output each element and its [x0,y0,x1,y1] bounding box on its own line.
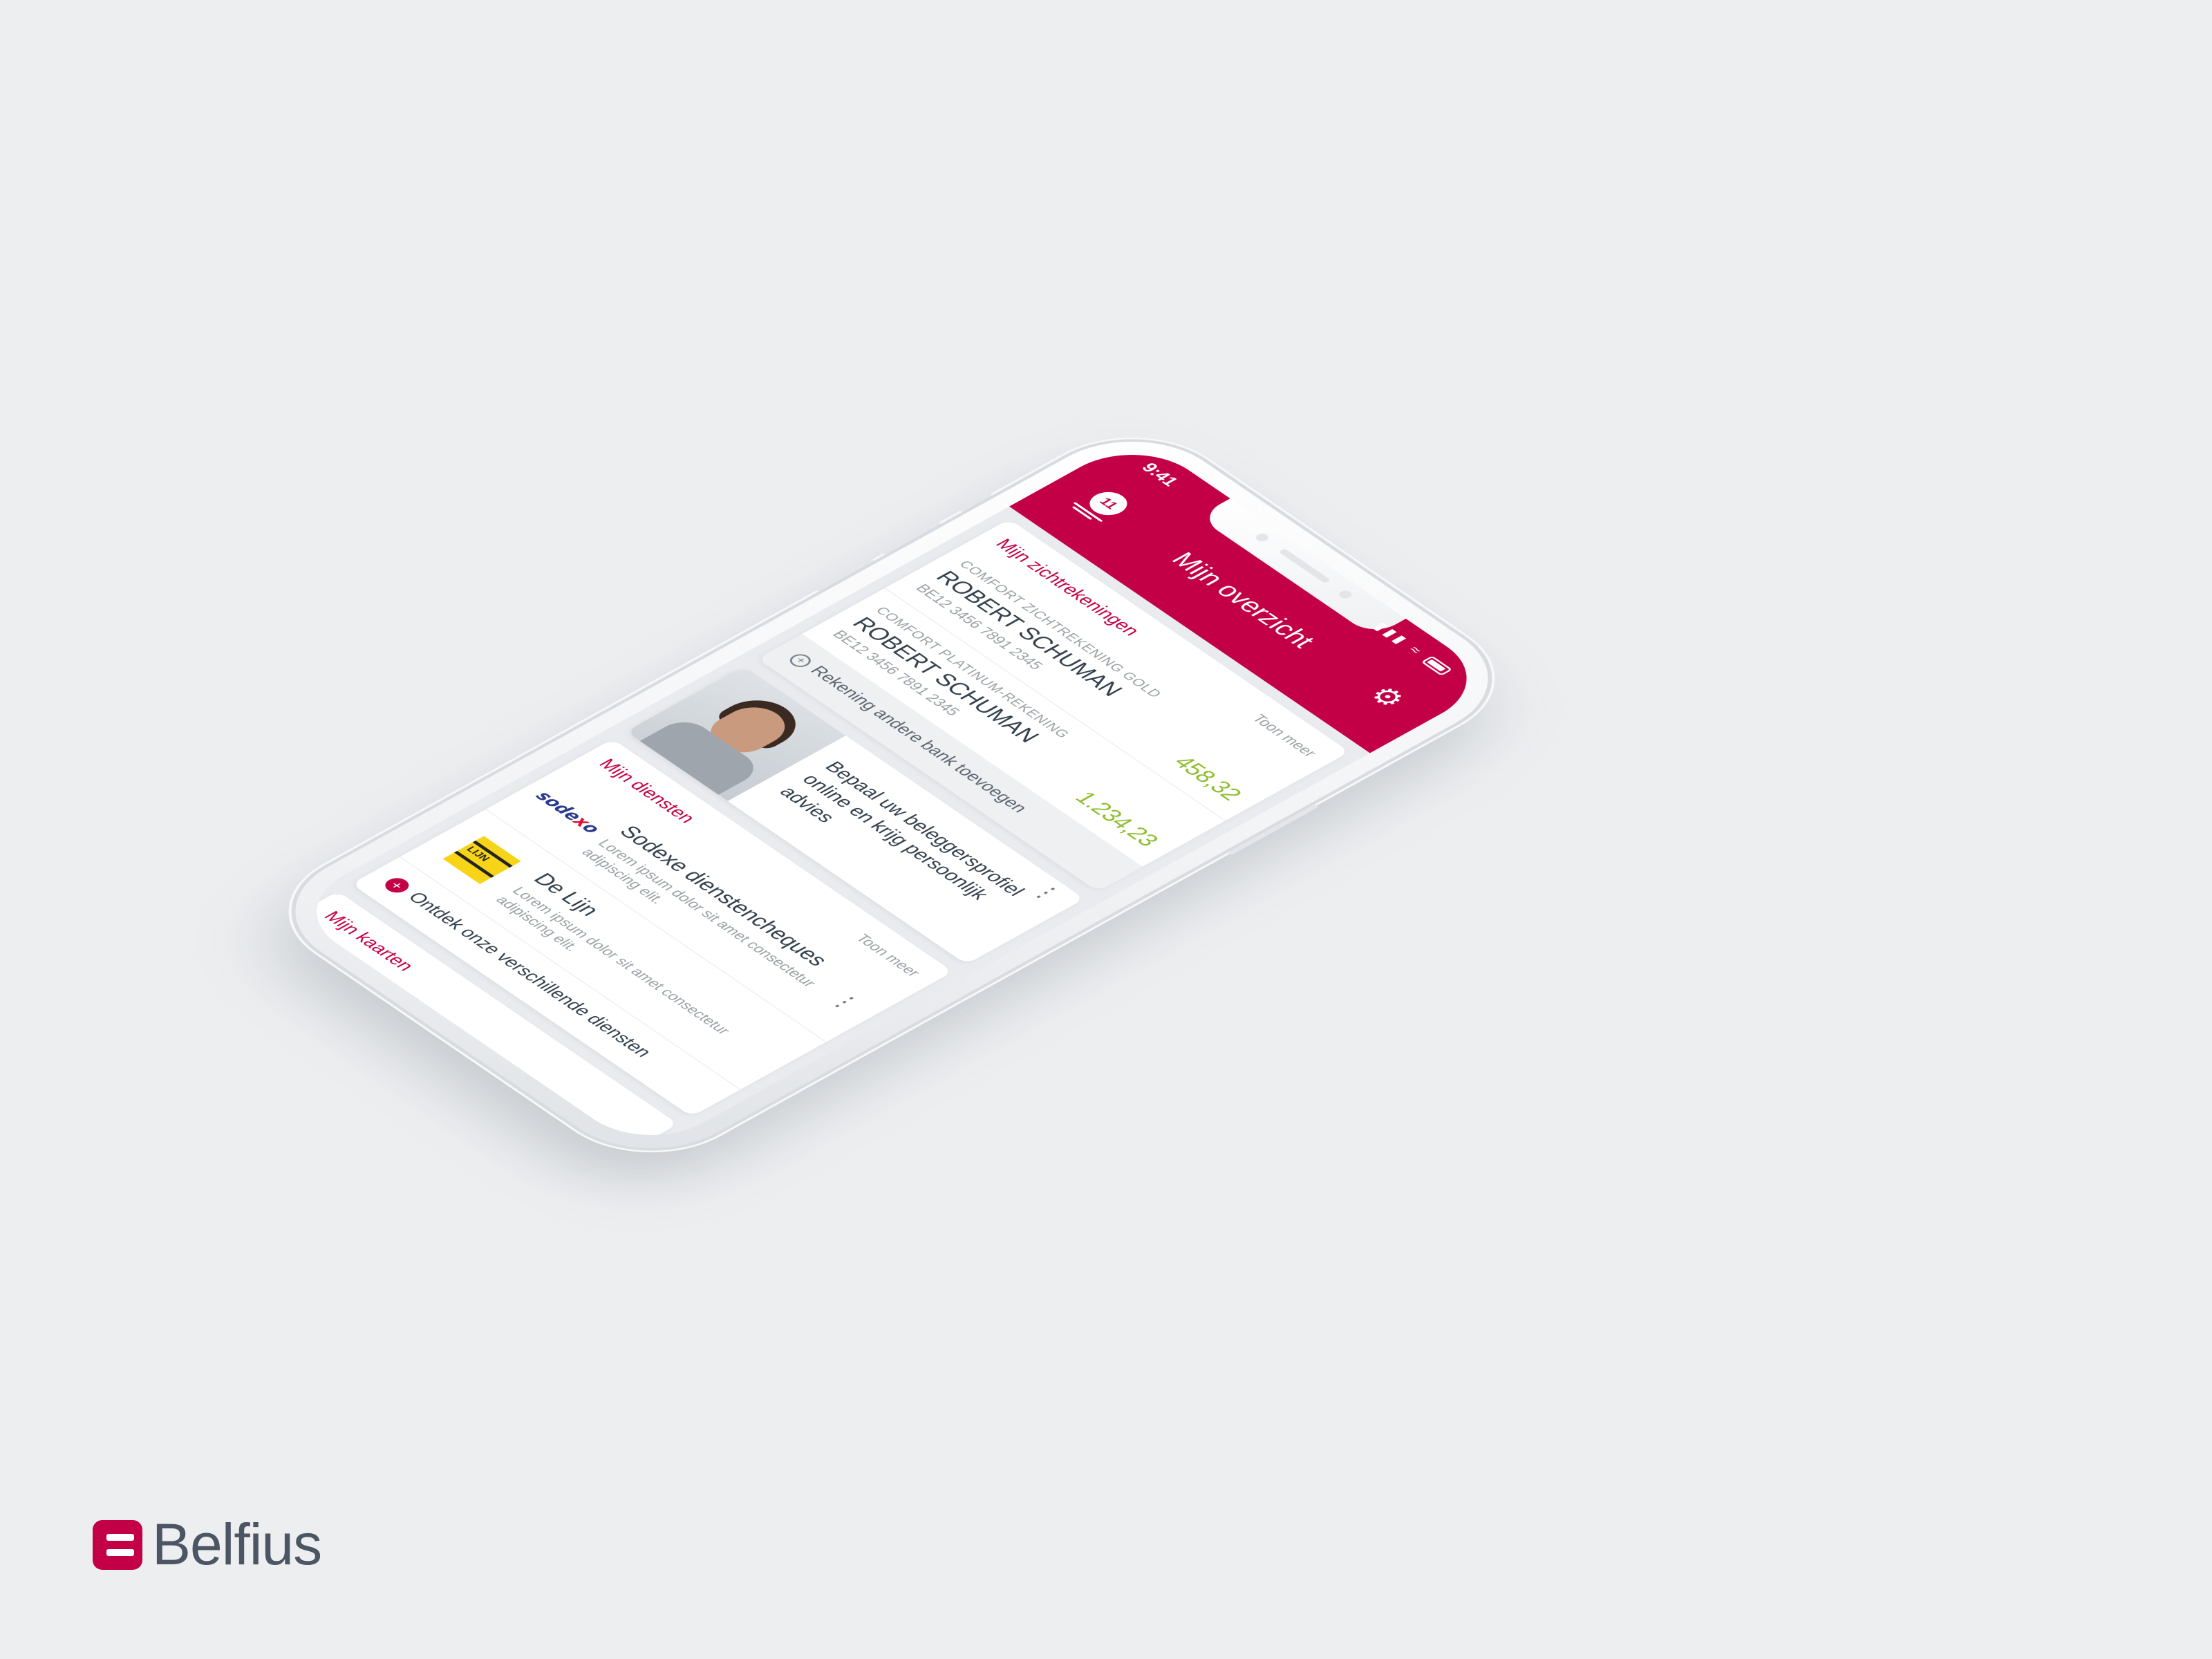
logo-stripe [106,1533,134,1541]
phone-tilt: 9:41 ▮▮▮ ≈ 11 Mijn overzicht ⚙ Mijn zich… [243,417,1528,1203]
signal-icon: ▮▮▮ [1369,619,1414,648]
plus-circle-icon: + [380,874,414,896]
front-camera [1253,532,1271,543]
plus-circle-icon: + [785,651,816,670]
status-time: 9:41 [1137,460,1182,489]
logo-stripe [106,1548,134,1556]
delijn-logo: LIJN [433,830,530,890]
battery-icon [1421,655,1453,676]
belfius-logo: Belfius [93,1511,322,1578]
phone-side-button [958,492,993,512]
speaker-grille [1278,548,1331,584]
brand-name: Belfius [152,1512,322,1577]
sensor [1336,589,1355,600]
phone-notch [1197,498,1406,637]
delijn-logo-mark: LIJN [442,836,521,884]
sodexo-logo: sodexo [519,782,616,843]
sodexo-wordmark: sodexo [531,788,604,836]
belfius-logo-mark [93,1519,142,1570]
status-icons: ▮▮▮ ≈ [1369,620,1456,677]
more-dots-icon[interactable]: ⋮ [825,989,867,1015]
wifi-icon: ≈ [1404,643,1430,659]
